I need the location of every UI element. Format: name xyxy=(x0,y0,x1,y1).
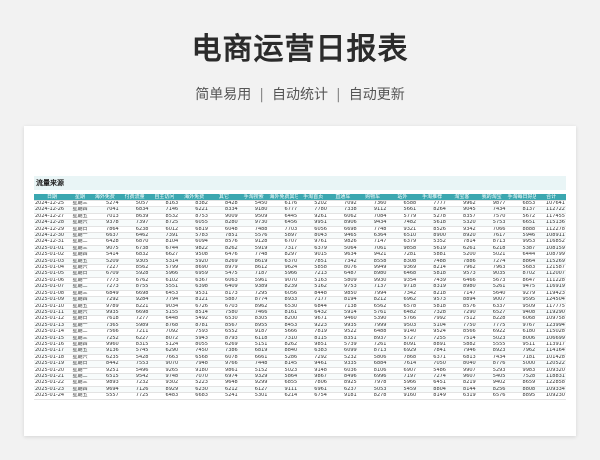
table-cell: 星期三 xyxy=(70,335,90,342)
table-cell: 星期日 xyxy=(70,270,90,278)
table-cell: 星期三 xyxy=(70,290,90,298)
table-cell: 6683 xyxy=(179,392,209,400)
table-row: 2025-01-24 星期五 5557 7725 6483 6683 5241 5301 621… xyxy=(34,392,566,400)
table-cell: 星期二 xyxy=(70,283,90,291)
table-cell: 星期二 xyxy=(70,328,90,336)
table-cell: 星期五 xyxy=(70,258,90,266)
table-cell: 2025-01-24 xyxy=(34,392,70,400)
table-cell: 星期二 xyxy=(70,373,90,381)
table-cell: 星期日 xyxy=(70,226,90,234)
table-cell: 9160 xyxy=(387,392,418,400)
table-cell: 星期日 xyxy=(70,360,90,368)
table-cell: 星期六 xyxy=(70,219,90,227)
table-cell: 星期一 xyxy=(70,232,90,240)
feature-auto-stats: 自动统计 xyxy=(272,87,328,103)
table-cell: 6483 xyxy=(149,392,180,400)
table-cell: 星期四 xyxy=(70,386,90,394)
sheet-header-band xyxy=(24,126,576,170)
table-cell: 星期六 xyxy=(70,309,90,317)
table-cell: 星期六 xyxy=(70,354,90,362)
table-cell: 星期一 xyxy=(70,322,90,330)
table-cell: 星期四 xyxy=(70,206,90,214)
column-header: 手淘每日好店 xyxy=(506,194,537,201)
table-cell: 8895 xyxy=(506,392,537,400)
section-title: 流量来源 xyxy=(34,176,566,190)
table-cell: 星期五 xyxy=(70,392,90,400)
table-cell: 6754 xyxy=(298,392,328,400)
traffic-table: 日期 星期 海外免费 付费流量 自主访问 海外免费 其它 手淘搜索 海外免费其它 手淘首页 直通车购… xyxy=(34,194,566,400)
table-cell: 星期日 xyxy=(70,315,90,323)
table-cell: 5241 xyxy=(209,392,239,400)
table-cell: 星期三 xyxy=(70,379,90,387)
table-cell: 8149 xyxy=(417,392,447,400)
feature-auto-update: 自动更新 xyxy=(348,87,405,103)
table-cell: 星期六 xyxy=(70,264,90,272)
table-cell: 5301 xyxy=(238,392,269,400)
table-cell: 星期三 xyxy=(70,200,90,208)
table-cell: 星期五 xyxy=(70,213,90,221)
table-cell: 7725 xyxy=(119,392,150,400)
table-cell: 星期四 xyxy=(70,341,90,349)
table-cell: 星期四 xyxy=(70,296,90,304)
table-cell: 6576 xyxy=(476,392,507,400)
page-title: 电商运营日报表 xyxy=(191,32,409,67)
table-cell: 星期一 xyxy=(70,277,90,285)
table-cell: 8278 xyxy=(357,392,388,400)
feature-tagline: 简单易用 | 自动统计 | 自动更新 xyxy=(195,87,405,103)
table-body: 2024-12-25 星期三 5274 5057 8163 8382 8428 5450 617… xyxy=(34,200,566,400)
feature-easy: 简单易用 xyxy=(195,87,252,103)
column-header: 海外免费其它 xyxy=(268,194,299,201)
table-cell: 星期三 xyxy=(70,245,90,253)
table-cell: 6214 xyxy=(268,392,299,400)
table-cell: 5557 xyxy=(90,392,120,400)
table-cell: 星期五 xyxy=(70,303,90,310)
table-cell: 6319 xyxy=(447,392,477,400)
table-cell: 星期四 xyxy=(70,251,90,259)
table-cell: 9181 xyxy=(328,392,358,400)
table-cell: 109230 xyxy=(536,392,566,400)
table-cell: 星期二 xyxy=(70,238,90,246)
spreadsheet-preview: 流量来源 日期 星期 海外免费 付费流量 自主访问 海外免费 其它 手淘搜索 海外免费其它 手淘首… xyxy=(24,126,576,436)
table-cell: 星期五 xyxy=(70,347,90,355)
table-cell: 星期一 xyxy=(70,367,90,375)
